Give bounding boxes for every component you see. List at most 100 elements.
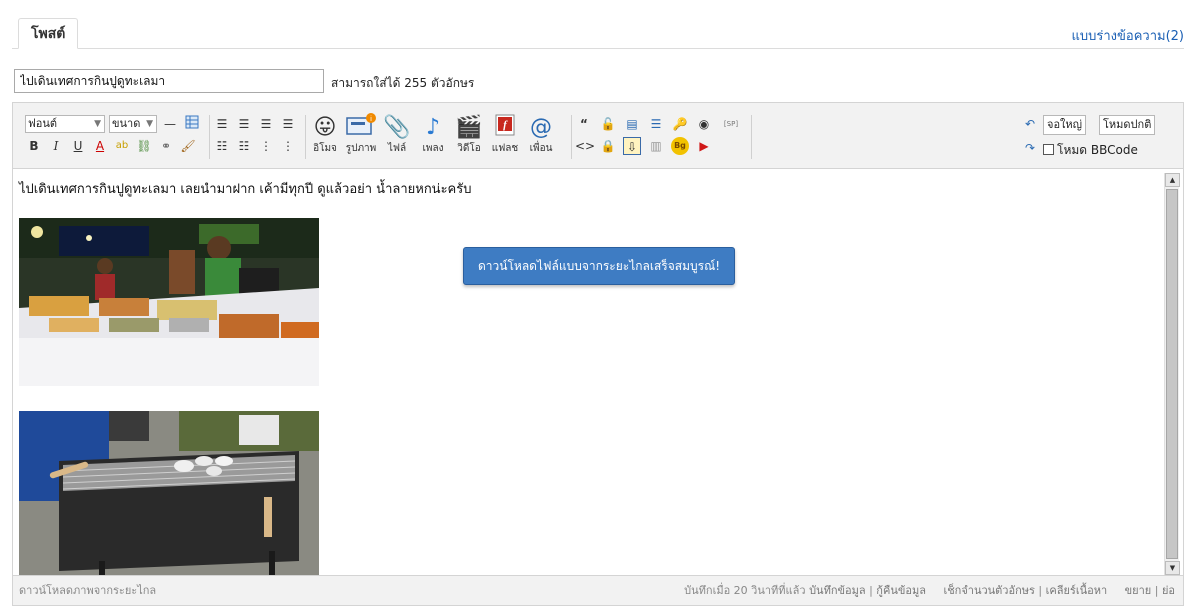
- align-right-icon[interactable]: ☰: [257, 115, 275, 133]
- font-select[interactable]: ฟอนต์ ▼: [25, 115, 105, 133]
- char-count-link[interactable]: เช็กจำนวนตัวอักษร: [943, 584, 1034, 597]
- toolbar-divider: [209, 115, 210, 159]
- indent-icon[interactable]: ☷: [213, 137, 231, 155]
- save-link[interactable]: บันทึกข้อมูล: [809, 584, 866, 597]
- emoji-label: อิโมจ: [313, 143, 337, 154]
- size-select-value: ขนาด: [112, 117, 141, 130]
- outdent-icon[interactable]: ☷: [235, 137, 253, 155]
- align-justify-icon[interactable]: ☰: [279, 115, 297, 133]
- unlink-icon[interactable]: ⚭: [157, 137, 175, 155]
- paperclip-icon: 📎: [383, 115, 411, 140]
- bbq-grill-image: [19, 411, 319, 576]
- bg-color-icon[interactable]: Bg: [671, 137, 689, 155]
- table-icon[interactable]: [183, 115, 201, 133]
- post-editor: ฟอนต์ ▼ ขนาด ▼ — B I U A ab ⛓ ⚭ 🖌 ☰ ☰ ☰ …: [12, 102, 1184, 606]
- music-label: เพลง: [422, 143, 444, 154]
- bbcode-label: โหมด BBCode: [1057, 143, 1138, 157]
- flash-label: แฟลช: [491, 143, 519, 154]
- format-group: ฟอนต์ ▼ ขนาด ▼ — B I U A ab ⛓ ⚭ 🖌: [25, 113, 205, 161]
- editor-toolbar: ฟอนต์ ▼ ขนาด ▼ — B I U A ab ⛓ ⚭ 🖌 ☰ ☰ ☰ …: [13, 103, 1183, 169]
- chevron-down-icon: ▼: [94, 119, 101, 129]
- mention-button[interactable]: @ เพื่อน: [523, 113, 559, 159]
- view-mode-group: ↶ จอใหญ่ โหมดปกติ ↷ โหมด BBCode: [1025, 113, 1173, 161]
- flash-glyph: f: [495, 114, 515, 136]
- video-label: วิดีโอ: [457, 143, 481, 154]
- clear-content-link[interactable]: เคลียร์เนื้อหา: [1046, 584, 1108, 597]
- drafts-link[interactable]: แบบร่างข้อความ(2): [1072, 25, 1185, 46]
- scrollbar-thumb[interactable]: [1166, 189, 1178, 559]
- tab-post[interactable]: โพสต์: [18, 18, 79, 49]
- list-box-icon[interactable]: ☰: [647, 115, 665, 133]
- smiley-icon: 😛: [313, 115, 337, 140]
- music-note-icon: ♪: [425, 115, 441, 140]
- bbcode-toggle[interactable]: โหมด BBCode: [1043, 141, 1138, 160]
- scroll-down-arrow-icon[interactable]: ▼: [1165, 561, 1180, 575]
- undo-icon[interactable]: ↶: [1021, 115, 1039, 133]
- size-select[interactable]: ขนาด ▼: [109, 115, 157, 133]
- bbcode-checkbox[interactable]: [1043, 144, 1054, 155]
- misc-group: “ 🔓 ▤ ☰ 🔑 ◉ [SP] <> 🔒 ⇩ ▥ Bg ▶: [575, 113, 755, 161]
- sp-tag[interactable]: [SP]: [719, 115, 743, 133]
- table-glyph: [185, 115, 199, 129]
- quote-icon[interactable]: “: [575, 115, 593, 133]
- highlight-icon[interactable]: ab: [113, 137, 131, 155]
- tab-bar: โพสต์ แบบร่างข้อความ(2): [12, 16, 1184, 49]
- editor-footer: ดาวน์โหลดภาพจากระยะไกล บันทึกเมื่อ 20 วิ…: [13, 575, 1183, 605]
- key-icon[interactable]: 🔑: [671, 115, 689, 133]
- flash-icon: f: [487, 113, 523, 143]
- image-label: รูปภาพ: [345, 143, 377, 154]
- link-icon[interactable]: ⛓: [135, 137, 153, 155]
- lock-icon[interactable]: 🔒: [599, 137, 617, 155]
- music-button[interactable]: ♪ เพลง: [415, 113, 451, 159]
- expand-link[interactable]: ขยาย: [1125, 584, 1152, 597]
- horizontal-rule-icon[interactable]: —: [161, 115, 179, 133]
- file-button[interactable]: 📎 ไฟล์: [379, 113, 415, 159]
- scroll-up-arrow-icon[interactable]: ▲: [1165, 173, 1180, 187]
- code-icon[interactable]: <>: [575, 137, 595, 155]
- image-button[interactable]: i รูปภาพ: [343, 113, 379, 159]
- underline-icon[interactable]: U: [69, 137, 87, 155]
- bbq-grill-photo: [19, 411, 319, 576]
- download-image-icon[interactable]: ⇩: [623, 137, 641, 155]
- align-left-icon[interactable]: ☰: [213, 115, 231, 133]
- footer-actions: บันทึกเมื่อ 20 วินาทีที่แล้ว บันทึกข้อมู…: [684, 584, 1175, 597]
- remote-download-toast: ดาวน์โหลดไฟล์แบบจากระยะไกลเสร็จสมบูรณ์!: [463, 247, 735, 285]
- shrink-link[interactable]: ย่อ: [1162, 584, 1175, 597]
- ordered-list-icon[interactable]: ⋮: [257, 137, 275, 155]
- editor-content[interactable]: ไปเดินเทศการกินปูดูทะเลมา เลยนำมาฝาก เค้…: [13, 170, 1165, 576]
- free-lock-icon[interactable]: 🔓: [599, 115, 617, 133]
- emoji-button[interactable]: 😛 อิโมจ: [307, 113, 343, 159]
- food-stall-photo: [19, 218, 319, 386]
- italic-icon[interactable]: I: [47, 137, 65, 155]
- spoiler-icon[interactable]: ◉: [695, 115, 713, 133]
- redo-icon[interactable]: ↷: [1021, 139, 1039, 157]
- content-scrollbar[interactable]: ▲ ▼: [1164, 173, 1180, 575]
- bold-icon[interactable]: B: [25, 137, 43, 155]
- image-glyph: i: [346, 113, 376, 135]
- font-select-value: ฟอนต์: [28, 117, 58, 130]
- food-stall-image: [19, 218, 319, 386]
- fullscreen-button[interactable]: จอใหญ่: [1043, 115, 1087, 135]
- at-sign-icon: @: [530, 115, 552, 140]
- align-center-icon[interactable]: ☰: [235, 115, 253, 133]
- normal-mode-button[interactable]: โหมดปกติ: [1099, 115, 1156, 135]
- text-color-icon[interactable]: A: [91, 137, 109, 155]
- bullet-list-icon[interactable]: ⋮: [279, 137, 297, 155]
- page-icon[interactable]: ▤: [623, 115, 641, 133]
- saved-status: บันทึกเมื่อ 20 วินาทีที่แล้ว: [684, 584, 806, 597]
- clapperboard-icon: 🎬: [455, 115, 483, 140]
- media-group: 😛 อิโมจ i รูปภาพ 📎 ไฟล์ ♪ เพลง 🎬 วิดีโอ: [307, 113, 567, 161]
- title-input[interactable]: [14, 69, 324, 93]
- restore-link[interactable]: กู้คืนข้อมูล: [876, 584, 926, 597]
- flash-button[interactable]: f แฟลช: [487, 113, 523, 159]
- toolbar-divider: [571, 115, 572, 159]
- toolbar-divider: [751, 115, 752, 159]
- image-icon: i: [343, 113, 379, 143]
- clear-format-icon[interactable]: 🖌: [179, 137, 197, 155]
- video-button[interactable]: 🎬 วิดีโอ: [451, 113, 487, 159]
- file-label: ไฟล์: [387, 143, 407, 154]
- youtube-icon[interactable]: ▶: [695, 137, 713, 155]
- remote-download-link[interactable]: ดาวน์โหลดภาพจากระยะไกล: [19, 576, 156, 606]
- chevron-down-icon: ▼: [146, 119, 153, 129]
- columns-icon[interactable]: ▥: [647, 137, 665, 155]
